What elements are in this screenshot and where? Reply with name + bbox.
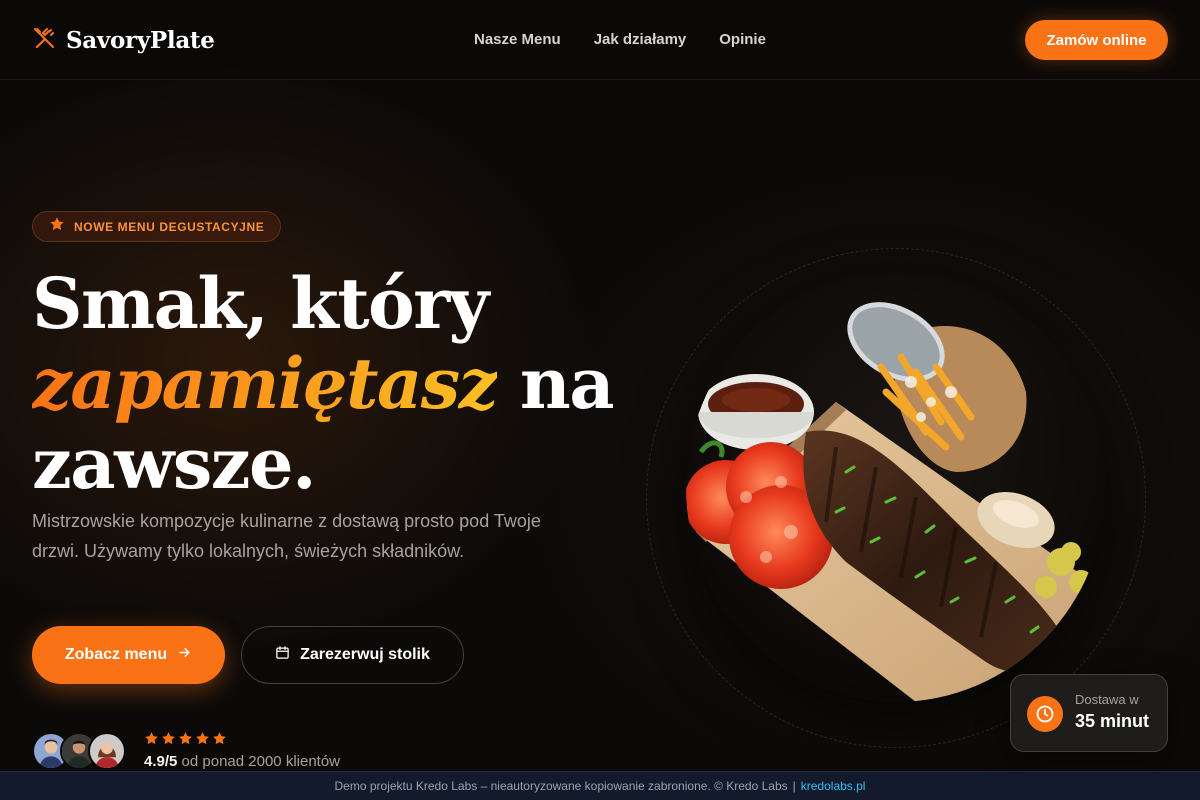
footer-text: Demo projektu Kredo Labs – nieautoryzowa… [334,779,788,793]
delivery-time-card: Dostawa w 35 minut [1010,674,1168,752]
star-icon [195,731,210,751]
hero-subtitle: Mistrzowskie kompozycje kulinarne z dost… [32,511,541,561]
brand-name: SavoryPlate [66,27,215,54]
headline-end: zawsze. [32,422,316,505]
top-navbar: SavoryPlate Nasze Menu Jak działamy Opin… [0,0,1200,80]
demo-footer: Demo projektu Kredo Labs – nieautoryzowa… [0,771,1200,800]
footer-link[interactable]: kredolabs.pl [801,779,866,793]
headline-accent: zapamiętasz [32,342,498,425]
main-nav: Nasze Menu Jak działamy Opinie [474,31,766,48]
calendar-icon [275,645,290,665]
headline-middle: na [519,342,615,425]
arrow-right-icon [177,645,192,665]
rating-text: od ponad 2000 klientów [181,753,341,770]
clock-icon [1027,696,1063,732]
nav-link-reviews[interactable]: Opinie [719,31,766,48]
star-icon [161,731,176,751]
customer-avatars [32,732,132,770]
utensils-icon [32,26,56,55]
reserve-table-button[interactable]: Zarezerwuj stolik [241,626,464,684]
headline-start: Smak, który [32,262,489,345]
footer-separator: | [792,779,796,793]
rating-summary: 4.9/5 od ponad 2000 klientów [144,753,340,770]
order-online-button[interactable]: Zamów online [1025,20,1168,60]
brand-logo[interactable]: SavoryPlate [32,26,215,55]
delivery-label: Dostawa w [1075,692,1139,707]
reserve-table-label: Zarezerwuj stolik [300,646,430,663]
nav-link-how-it-works[interactable]: Jak działamy [594,31,687,48]
new-menu-badge: NOWE MENU DEGUSTACYJNE [32,211,282,242]
delivery-value: 35 minut [1075,711,1150,731]
star-icon [144,731,159,751]
star-icon [178,731,193,751]
star-icon [49,216,65,237]
hero-headline: Smak, który zapamiętasz na zawsze. [32,264,632,504]
nav-link-menu[interactable]: Nasze Menu [474,31,561,48]
hero-dish-image [686,272,1106,702]
star-icon [212,731,227,751]
avatar [88,732,126,770]
see-menu-label: Zobacz menu [64,646,168,663]
badge-label: NOWE MENU DEGUSTACYJNE [74,219,265,234]
see-menu-button[interactable]: Zobacz menu [32,626,225,684]
rating-score: 4.9/5 [144,753,178,770]
rating-stars [144,731,227,751]
